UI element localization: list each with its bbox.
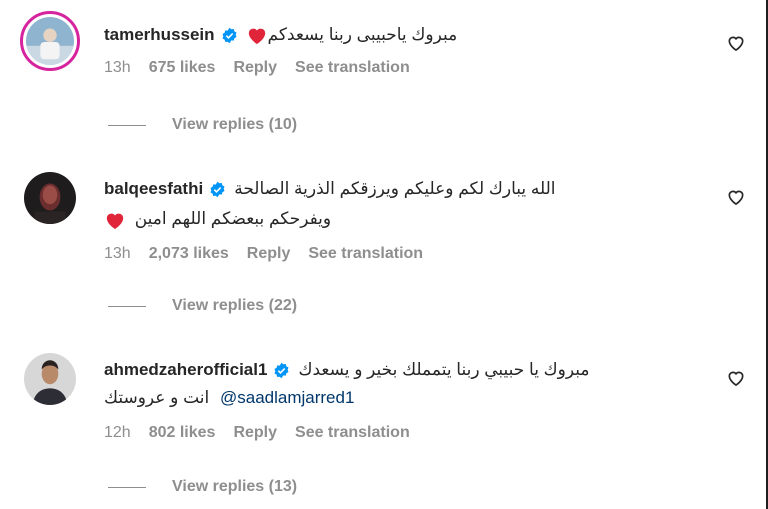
red-heart-emoji — [104, 210, 126, 230]
comment-text-line2: ويفرحكم ببعضكم اللهم امين — [134, 209, 332, 228]
divider — [108, 124, 146, 126]
avatar[interactable] — [24, 172, 76, 224]
verified-badge-icon — [273, 362, 290, 379]
likes-count[interactable]: 2,073 likes — [149, 244, 229, 264]
mention-link[interactable]: @saadlamjarred1 — [220, 388, 354, 407]
username[interactable]: balqeesfathi — [104, 176, 203, 202]
heart-outline-icon[interactable] — [726, 187, 746, 207]
view-replies-label: View replies (13) — [172, 478, 298, 495]
see-translation-button[interactable]: See translation — [308, 244, 423, 264]
reply-button[interactable]: Reply — [233, 423, 277, 443]
timestamp[interactable]: 12h — [104, 423, 131, 443]
comment-text-line2: انت و عروستك — [104, 388, 210, 407]
avatar[interactable] — [24, 353, 76, 405]
username[interactable]: ahmedzaherofficial1 — [104, 357, 267, 383]
comment-text: الله يبارك لكم وعليكم ويرزقكم الذرية الص… — [234, 179, 556, 198]
verified-badge-icon — [209, 181, 226, 198]
likes-count[interactable]: 802 likes — [149, 423, 216, 443]
verified-badge-icon — [221, 27, 238, 44]
view-replies-button[interactable]: View replies (22) — [108, 297, 297, 315]
reply-button[interactable]: Reply — [233, 58, 277, 78]
timestamp[interactable]: 13h — [104, 58, 131, 78]
view-replies-button[interactable]: View replies (13) — [108, 478, 297, 496]
heart-outline-icon[interactable] — [726, 368, 746, 388]
divider — [108, 486, 146, 488]
red-heart-emoji — [246, 25, 268, 45]
view-replies-button[interactable]: View replies (10) — [108, 116, 297, 134]
view-replies-label: View replies (10) — [172, 116, 298, 133]
avatar[interactable] — [20, 11, 80, 71]
heart-outline-icon[interactable] — [726, 33, 746, 53]
comment-text: مبروك ياحبيبى ربنا يسعدكم — [267, 25, 458, 44]
see-translation-button[interactable]: See translation — [295, 423, 410, 443]
comment-text: مبروك يا حبيبي ربنا يتمملك بخير و يسعدك — [298, 360, 590, 379]
timestamp[interactable]: 13h — [104, 244, 131, 264]
see-translation-button[interactable]: See translation — [295, 58, 410, 78]
view-replies-label: View replies (22) — [172, 297, 298, 314]
reply-button[interactable]: Reply — [247, 244, 291, 264]
likes-count[interactable]: 675 likes — [149, 58, 216, 78]
username[interactable]: tamerhussein — [104, 22, 215, 48]
divider — [108, 305, 146, 307]
